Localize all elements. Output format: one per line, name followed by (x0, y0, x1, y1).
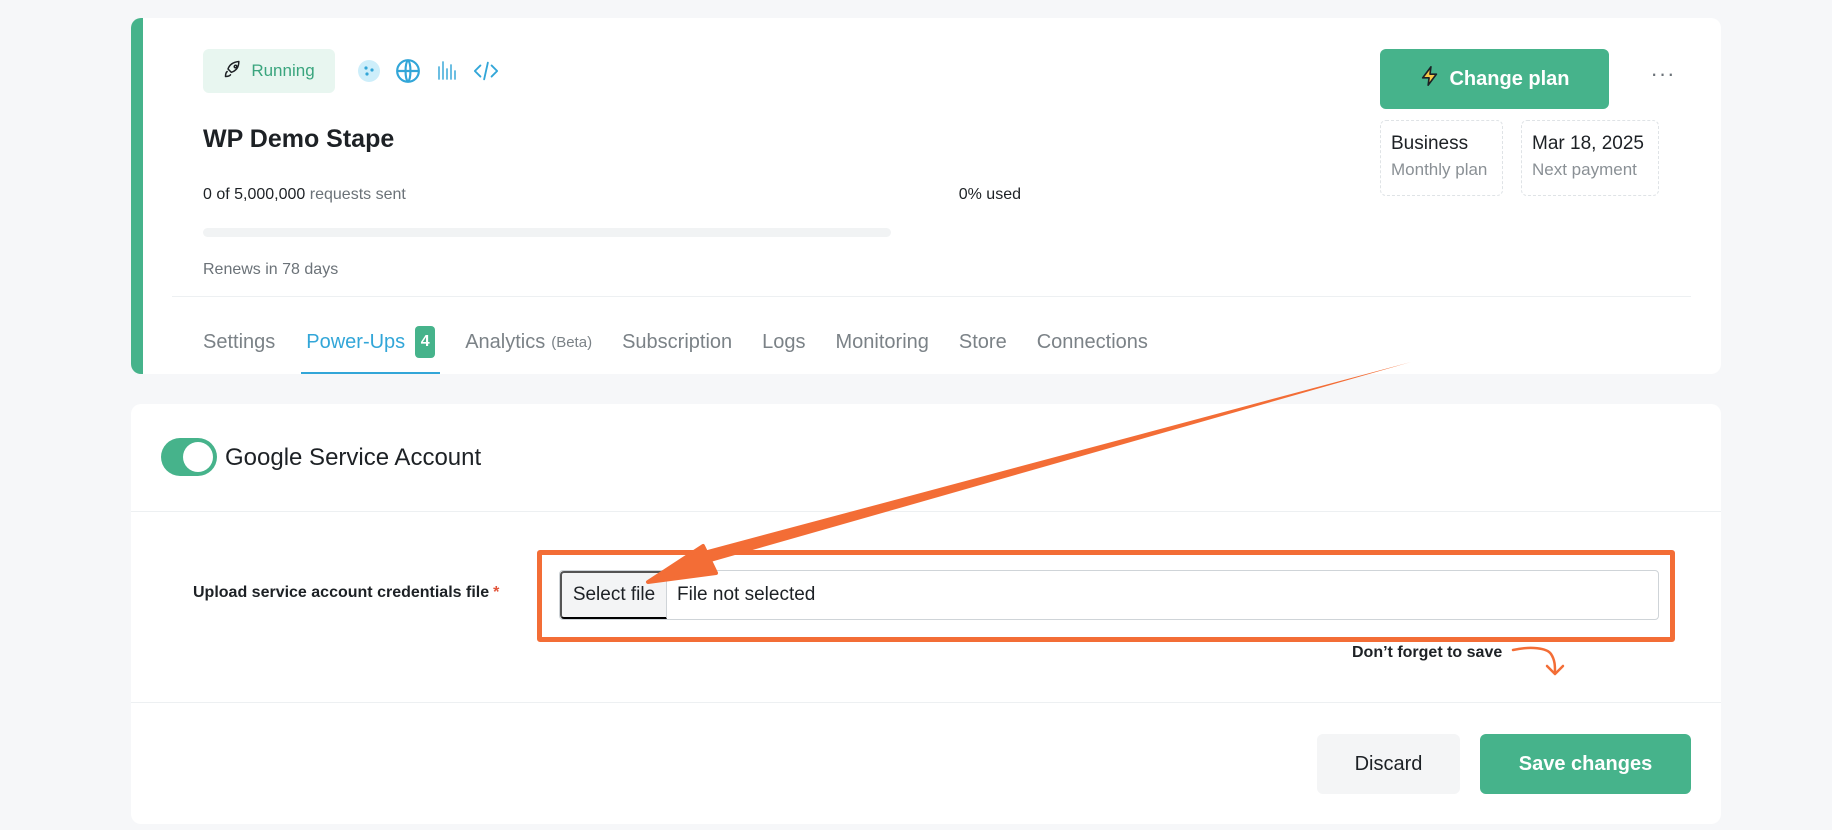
divider (131, 511, 1721, 512)
tab-label: Power-Ups (306, 331, 406, 353)
tab-subscription[interactable]: Subscription (622, 318, 732, 374)
signal-bars-icon[interactable] (434, 58, 460, 84)
tab-label: Connections (1036, 331, 1148, 353)
tabs-divider (172, 296, 1691, 297)
save-changes-button[interactable]: Save changes (1480, 734, 1691, 794)
next-payment-label: Next payment (1532, 160, 1637, 179)
usage-percent: 0% used (958, 186, 1021, 203)
plan-name: Business (1391, 133, 1469, 154)
container-card: Running WP Demo Stape 0 of 5,000,000 req… (131, 18, 1721, 374)
lightning-icon (1419, 65, 1441, 93)
required-asterisk: * (493, 584, 500, 601)
status-label: Running (251, 61, 315, 80)
container-title: WP Demo Stape (203, 125, 395, 153)
tab-label: Store (958, 331, 1007, 353)
usage-suffix: requests sent (309, 186, 406, 203)
tab-bar: Settings Power-Ups 4 Analytics (Beta) Su… (203, 318, 1148, 374)
plan-period: Monthly plan (1391, 160, 1488, 179)
usage-count: 0 of 5,000,000 (203, 186, 306, 203)
tab-store[interactable]: Store (959, 318, 1007, 374)
renewal-text: Renews in 78 days (203, 261, 339, 278)
plan-info: Business Monthly plan (1380, 120, 1503, 196)
tab-label: Settings (203, 331, 276, 353)
field-label-text: Upload service account credentials file (193, 584, 490, 601)
tab-analytics[interactable]: Analytics (Beta) (465, 318, 592, 374)
status-accent-bar (131, 18, 143, 374)
next-payment-date: Mar 18, 2025 (1532, 133, 1644, 154)
select-file-button[interactable]: Select file (560, 571, 667, 619)
save-reminder-note: Don’t forget to save (1352, 644, 1503, 661)
tab-settings[interactable]: Settings (203, 318, 275, 374)
power-ups-count-badge: 4 (415, 326, 436, 358)
power-up-card: Google Service Account Upload service ac… (131, 404, 1721, 824)
change-plan-label: Change plan (1449, 67, 1570, 90)
file-status-text: File not selected (677, 584, 816, 605)
change-plan-button[interactable]: Change plan (1380, 49, 1609, 109)
tab-label: Monitoring (835, 331, 929, 353)
beta-label: (Beta) (551, 334, 593, 351)
status-badge: Running (203, 49, 335, 93)
tab-label: Analytics (465, 331, 546, 353)
usage-text: 0 of 5,000,000 requests sent (203, 186, 406, 204)
discard-button[interactable]: Discard (1317, 734, 1460, 794)
curved-arrow-icon (1511, 646, 1565, 676)
tab-logs[interactable]: Logs (762, 318, 805, 374)
tab-label: Logs (762, 331, 806, 353)
payment-info: Mar 18, 2025 Next payment (1521, 120, 1659, 196)
cookie-icon[interactable] (356, 58, 382, 84)
tab-monitoring[interactable]: Monitoring (836, 318, 929, 374)
toggle-knob (183, 442, 213, 472)
divider (131, 702, 1721, 703)
credentials-file-input[interactable]: Select file File not selected (559, 570, 1659, 620)
usage-progress-bar (203, 228, 891, 237)
tab-connections[interactable]: Connections (1037, 318, 1148, 374)
code-icon[interactable] (473, 58, 499, 84)
page: Running WP Demo Stape 0 of 5,000,000 req… (0, 0, 1832, 830)
tab-label: Subscription (622, 331, 733, 353)
power-up-title: Google Service Account (225, 444, 482, 471)
tab-power-ups[interactable]: Power-Ups 4 (301, 318, 441, 374)
credentials-field-label: Upload service account credentials file * (193, 584, 499, 602)
tag-icons (356, 58, 499, 84)
power-up-toggle[interactable] (161, 438, 217, 476)
globe-icon[interactable] (395, 58, 421, 84)
more-options-icon[interactable]: ··· (1643, 63, 1683, 90)
rocket-icon (223, 59, 243, 84)
